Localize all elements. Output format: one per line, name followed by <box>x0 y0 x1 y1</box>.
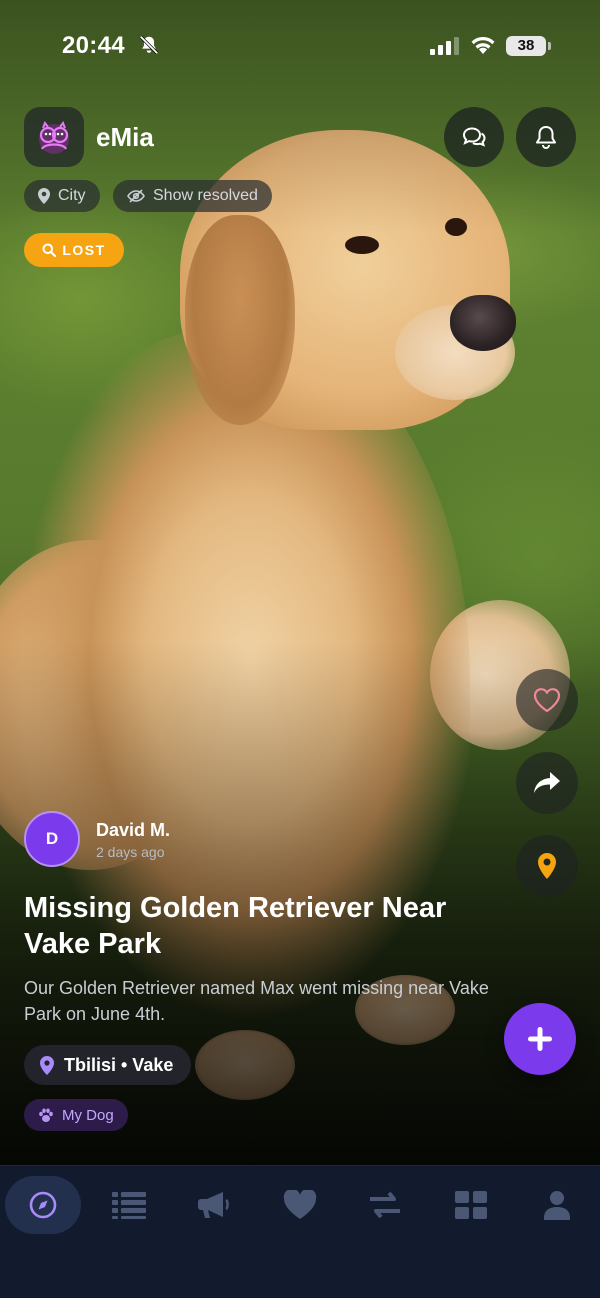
city-filter-chip[interactable]: City <box>24 180 100 212</box>
battery-tip <box>548 42 551 50</box>
nav-announcements[interactable] <box>176 1176 252 1234</box>
eye-off-icon <box>127 189 145 203</box>
bell-icon <box>536 126 556 149</box>
map-pin-icon <box>538 853 556 879</box>
share-button[interactable] <box>516 752 578 814</box>
nav-categories[interactable] <box>433 1176 509 1234</box>
battery-level: 38 <box>506 36 546 56</box>
messages-button[interactable] <box>444 107 504 167</box>
lost-badge-label: LOST <box>62 242 106 258</box>
pet-tag-chip[interactable]: My Dog <box>24 1099 128 1131</box>
plus-icon <box>528 1027 552 1051</box>
chat-bubbles-icon <box>462 127 486 147</box>
compass-icon <box>29 1191 57 1219</box>
nav-favorites[interactable] <box>262 1176 338 1234</box>
nav-explore[interactable] <box>5 1176 81 1234</box>
bell-off-icon <box>139 35 159 55</box>
show-resolved-chip[interactable]: Show resolved <box>113 180 272 212</box>
create-post-button[interactable] <box>504 1003 576 1075</box>
wifi-icon <box>471 36 495 54</box>
status-bar: 20:44 38 <box>0 0 600 90</box>
nav-list[interactable] <box>91 1176 167 1234</box>
app-logo[interactable] <box>24 107 84 167</box>
paw-icon <box>39 1108 53 1122</box>
nav-exchange[interactable] <box>347 1176 423 1234</box>
author-avatar[interactable]: D <box>24 811 80 867</box>
profile-icon <box>544 1191 570 1220</box>
swap-icon <box>370 1191 400 1219</box>
city-filter-label: City <box>58 187 86 204</box>
post-title: Missing Golden Retriever Near Vake Park <box>24 892 447 960</box>
post-description: Our Golden Retriever named Max went miss… <box>24 978 489 1024</box>
bottom-navigation <box>0 1165 600 1298</box>
location-label: Tbilisi • Vake <box>64 1054 174 1075</box>
app-name: eMia <box>96 122 154 152</box>
location-pin-icon <box>40 1055 54 1075</box>
location-chip[interactable]: Tbilisi • Vake <box>24 1045 192 1085</box>
location-pin-icon <box>38 188 50 204</box>
nav-profile[interactable] <box>519 1176 595 1234</box>
pet-tag-label: My Dog <box>62 1106 114 1124</box>
search-icon <box>42 243 57 257</box>
pets-logo-icon <box>39 120 69 154</box>
grid-icon <box>455 1191 487 1219</box>
favorite-button[interactable] <box>516 669 578 731</box>
status-time: 20:44 <box>62 32 125 59</box>
author-name[interactable]: David M. <box>96 820 170 841</box>
cellular-signal-icon <box>430 37 459 55</box>
post-timestamp: 2 days ago <box>96 844 165 860</box>
notifications-button[interactable] <box>516 107 576 167</box>
show-resolved-label: Show resolved <box>153 187 258 204</box>
heart-icon <box>283 1190 317 1219</box>
show-on-map-button[interactable] <box>516 835 578 897</box>
lost-status-badge: LOST <box>24 233 124 267</box>
heart-icon <box>533 688 561 713</box>
share-icon <box>534 772 560 793</box>
list-icon <box>112 1192 146 1219</box>
megaphone-icon <box>198 1192 229 1218</box>
